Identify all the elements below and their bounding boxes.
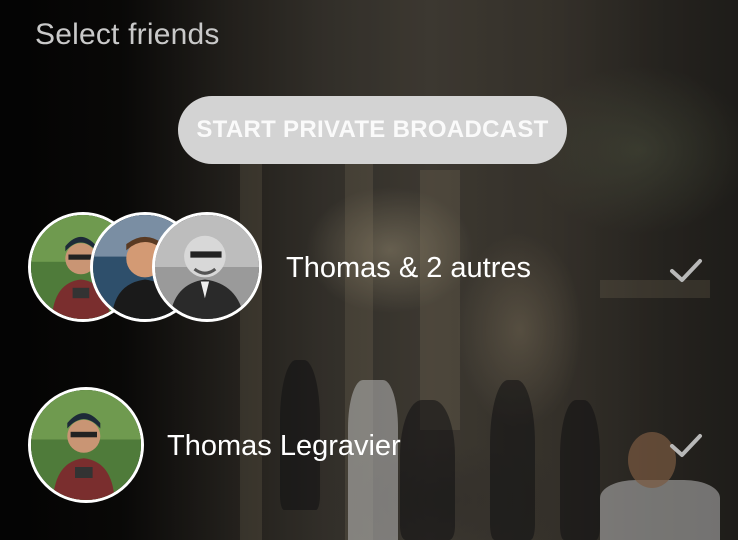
page-title: Select friends [35,18,220,51]
check-icon [670,434,702,457]
check-icon [670,259,702,282]
friend-group-row[interactable]: Thomas & 2 autres [0,210,738,330]
third-friend-avatar [152,212,262,322]
friend-name: Thomas Legravier [167,430,401,462]
friend-group-name: Thomas & 2 autres [286,252,531,284]
start-private-broadcast-button[interactable]: START PRIVATE BROADCAST [178,96,567,164]
thomas-avatar [28,387,144,503]
friend-row[interactable]: Thomas Legravier [0,385,738,505]
